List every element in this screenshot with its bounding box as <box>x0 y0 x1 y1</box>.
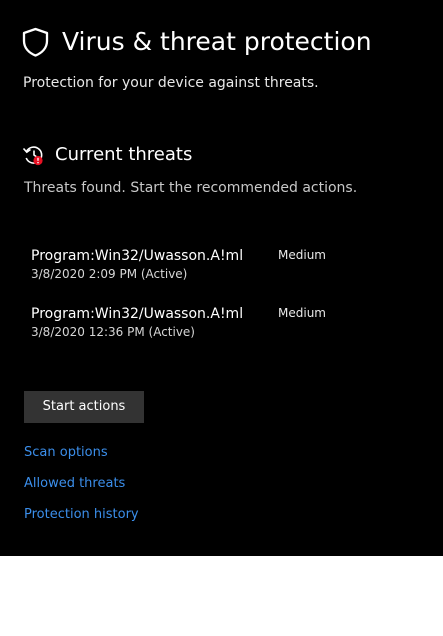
shield-icon <box>22 27 49 57</box>
threat-name: Program:Win32/Uwasson.A!ml <box>31 248 244 264</box>
current-threats-heading: Current threats <box>55 144 193 165</box>
page-subtitle: Protection for your device against threa… <box>23 75 319 91</box>
threat-date: 3/8/2020 12:36 PM (Active) <box>31 325 195 339</box>
history-alert-icon <box>22 146 43 166</box>
threat-name: Program:Win32/Uwasson.A!ml <box>31 306 244 322</box>
protection-history-link[interactable]: Protection history <box>24 506 139 524</box>
virus-threat-protection-panel: Virus & threat protection Protection for… <box>0 0 443 556</box>
page-title: Virus & threat protection <box>62 27 372 56</box>
scan-options-link[interactable]: Scan options <box>24 444 108 462</box>
threat-severity: Medium <box>278 248 326 262</box>
threat-severity: Medium <box>278 306 326 320</box>
allowed-threats-link[interactable]: Allowed threats <box>24 475 125 493</box>
current-threats-description: Threats found. Start the recommended act… <box>24 180 358 196</box>
threat-date: 3/8/2020 2:09 PM (Active) <box>31 267 188 281</box>
threat-item[interactable]: Program:Win32/Uwasson.A!ml 3/8/2020 12:3… <box>31 304 411 344</box>
threat-item[interactable]: Program:Win32/Uwasson.A!ml 3/8/2020 2:09… <box>31 246 411 286</box>
start-actions-button[interactable]: Start actions <box>24 391 144 423</box>
